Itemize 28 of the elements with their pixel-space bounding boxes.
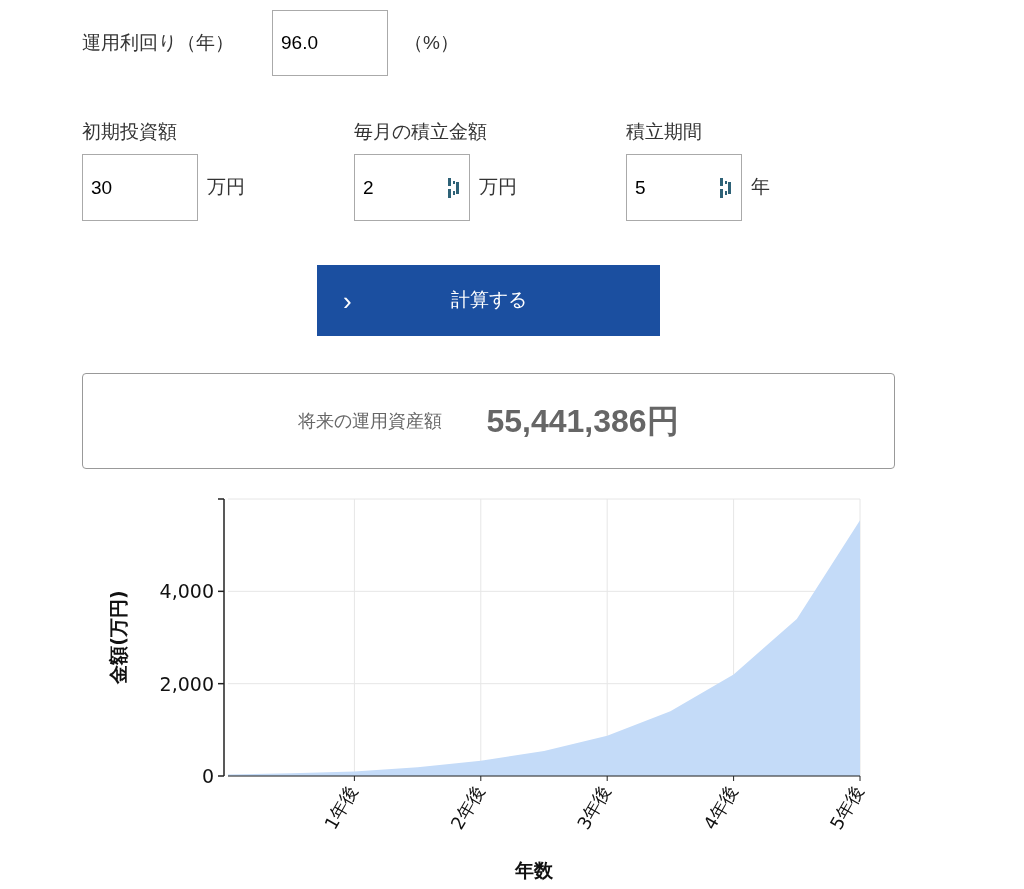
calculate-button[interactable]: › 計算する <box>317 265 660 336</box>
result-label: 将来の運用資産額 <box>298 409 443 433</box>
y-axis-title: 金額(万円) <box>107 590 129 684</box>
x-tick-label: 1年後 <box>319 781 362 834</box>
y-tick-label: 4,000 <box>159 580 214 603</box>
y-tick-label: 2,000 <box>159 672 214 695</box>
field-label: 積立期間 <box>626 120 703 144</box>
input-field[interactable]: 2 <box>354 154 470 221</box>
input-field[interactable]: 5 <box>626 154 742 221</box>
x-axis-title: 年数 <box>515 859 553 881</box>
unit-label: 万円 <box>207 175 245 200</box>
unit-label: 年 <box>751 175 770 200</box>
x-tick-label: 3年後 <box>572 781 615 834</box>
spinner-icon[interactable] <box>448 177 460 198</box>
field-label: 初期投資額 <box>82 120 178 144</box>
chevron-icon: › <box>343 287 352 314</box>
field-label: 運用利回り（年） <box>82 30 235 55</box>
x-tick-label: 4年後 <box>699 781 742 834</box>
x-tick-label: 5年後 <box>825 781 868 834</box>
spinner-icon[interactable] <box>720 177 732 198</box>
x-tick-label: 2年後 <box>446 781 489 834</box>
input-field[interactable]: 96.0 <box>272 10 388 76</box>
field-label: 毎月の積立金額 <box>354 120 488 144</box>
input-field[interactable]: 30 <box>82 154 198 221</box>
y-tick-label: 0 <box>201 765 214 787</box>
unit-label: （%） <box>404 30 459 55</box>
unit-label: 万円 <box>479 175 517 200</box>
result-value: 55,441,386円 <box>486 402 679 441</box>
